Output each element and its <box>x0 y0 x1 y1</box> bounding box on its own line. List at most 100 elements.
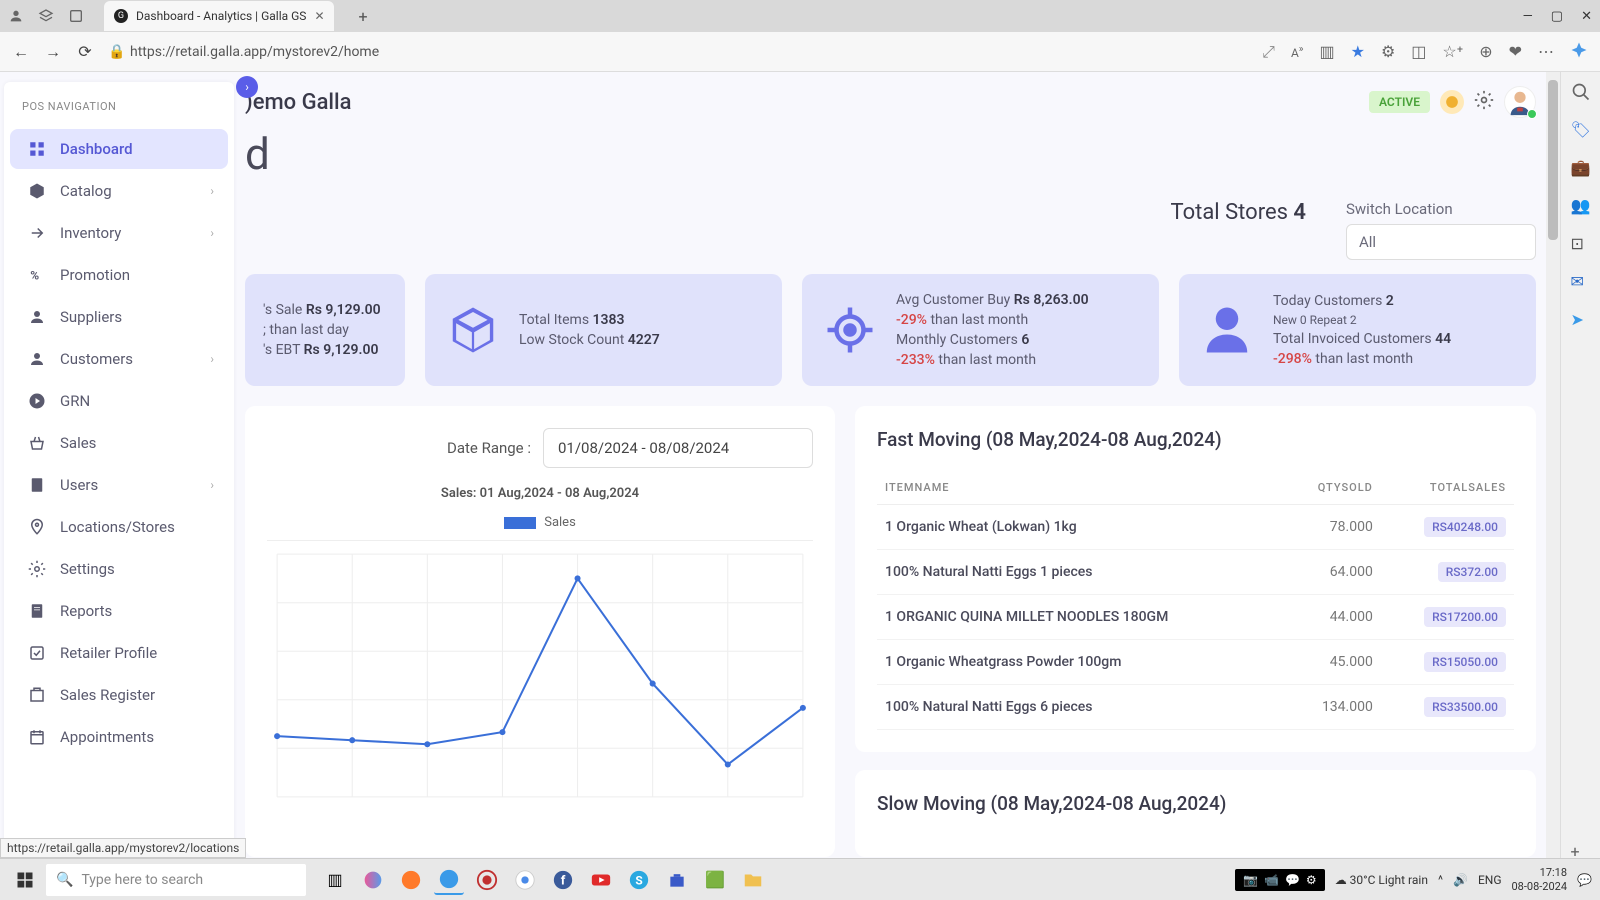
tray-chevron-icon[interactable]: ^ <box>1438 873 1443 887</box>
minimize-button[interactable]: ― <box>1523 9 1533 24</box>
workspaces-icon[interactable] <box>38 8 54 24</box>
sidebar-item-grn[interactable]: GRN <box>10 381 228 421</box>
book-icon <box>28 476 46 494</box>
youtube-icon[interactable] <box>586 865 616 895</box>
user-icon <box>28 350 46 368</box>
sidebar-item-customers[interactable]: Customers › <box>10 339 228 379</box>
people-icon[interactable]: 👥 <box>1571 196 1591 216</box>
store-icon[interactable] <box>662 865 692 895</box>
clock[interactable]: 17:18 08-08-2024 <box>1512 866 1568 892</box>
fast-moving-title: Fast Moving (08 May,2024-08 Aug,2024) <box>877 428 1514 451</box>
calendar-icon <box>28 728 46 746</box>
back-button[interactable]: ← <box>12 43 30 61</box>
more-icon[interactable]: ⋯ <box>1538 42 1554 61</box>
taskbar-search[interactable]: 🔍 Type here to search <box>46 864 306 896</box>
open-external-icon[interactable]: ⤢ <box>1262 42 1275 62</box>
date-range-input[interactable] <box>543 428 813 468</box>
scrollbar[interactable] <box>1546 72 1560 900</box>
sidebar-item-catalog[interactable]: Catalog› <box>10 171 228 211</box>
split-icon[interactable]: ◫ <box>1411 42 1426 61</box>
close-window-button[interactable]: ✕ <box>1581 9 1592 24</box>
user-avatar[interactable] <box>1504 86 1536 118</box>
skype-icon[interactable]: S <box>624 865 654 895</box>
stat-card-today-customers: Today Customers 2 New 0 Repeat 2 Total I… <box>1179 274 1536 386</box>
briefcase-icon[interactable]: 💼 <box>1571 158 1591 178</box>
hover-url-tooltip: https://retail.galla.app/mystorev2/locat… <box>0 838 246 858</box>
maximize-button[interactable]: ▢ <box>1551 9 1563 24</box>
sound-icon[interactable]: 🔊 <box>1453 873 1468 887</box>
profile-icon[interactable] <box>8 8 24 24</box>
explorer-icon[interactable] <box>738 865 768 895</box>
close-tab-icon[interactable]: ✕ <box>314 9 324 23</box>
address-bar[interactable]: 🔒 https://retail.galla.app/mystorev2/hom… <box>108 44 1248 60</box>
total-stores: Total Stores 4 <box>1171 200 1306 225</box>
tag-icon[interactable]: 🏷 <box>1571 120 1591 140</box>
basket-icon <box>28 434 46 452</box>
table-row: 1 ORGANIC QUINA MILLET NOODLES 180GM44.0… <box>877 595 1514 640</box>
task-view-icon[interactable]: ▥ <box>320 865 350 895</box>
image-icon[interactable]: ⊡ <box>1571 234 1591 254</box>
notifications-icon[interactable]: 💬 <box>1577 873 1592 887</box>
app-icon[interactable]: 🟩 <box>700 865 730 895</box>
settings-icon[interactable] <box>1474 90 1494 114</box>
table-row: 100% Natural Natti Eggs 6 pieces134.000R… <box>877 685 1514 730</box>
sidebar-item-suppliers[interactable]: Suppliers <box>10 297 228 337</box>
slow-moving-panel: Slow Moving (08 May,2024-08 Aug,2024) <box>855 770 1536 857</box>
edge-sidebar: 🏷 💼 👥 ⊡ ✉ ➤ + ⚙ <box>1560 72 1600 900</box>
search-icon[interactable] <box>1571 82 1591 102</box>
extensions-icon[interactable]: ⚙ <box>1381 42 1395 61</box>
sidebar-item-sales[interactable]: Sales <box>10 423 228 463</box>
start-button[interactable] <box>8 863 42 897</box>
sync-icon[interactable]: ⊕ <box>1479 42 1492 61</box>
reload-button[interactable]: ⟳ <box>76 43 94 61</box>
collections-icon[interactable]: ☆⁺ <box>1442 42 1463 61</box>
switch-location-select[interactable]: All <box>1346 224 1536 260</box>
sidebar-toggle-button[interactable]: › <box>236 76 258 98</box>
outlook-icon[interactable]: ✉ <box>1571 272 1591 292</box>
chart-legend: Sales <box>267 515 813 530</box>
facebook-icon[interactable]: f <box>548 865 578 895</box>
sidebar-item-promotion[interactable]: %Promotion <box>10 255 228 295</box>
sales-chart <box>267 540 813 810</box>
weather-widget[interactable]: ☁ 30°C Light rain <box>1335 873 1428 887</box>
tab-actions-icon[interactable] <box>68 8 84 24</box>
shopping-icon[interactable]: ❤ <box>1509 42 1522 61</box>
copilot-taskbar-icon[interactable] <box>358 865 388 895</box>
sidebar-item-settings[interactable]: Settings <box>10 549 228 589</box>
chart-title: Sales: 01 Aug,2024 - 08 Aug,2024 <box>267 486 813 501</box>
firefox-icon[interactable] <box>396 865 426 895</box>
reader-icon[interactable]: ▥ <box>1319 42 1334 61</box>
sidebar-item-label: Customers <box>60 350 133 368</box>
language-indicator[interactable]: ENG <box>1478 873 1502 887</box>
sidebar-item-appointments[interactable]: Appointments <box>10 717 228 757</box>
browser-tab[interactable]: G Dashboard - Analytics | Galla GS ✕ <box>104 1 334 31</box>
chevron-right-icon: › <box>210 352 214 366</box>
sidebar-item-locations-stores[interactable]: Locations/Stores <box>10 507 228 547</box>
svg-text:%: % <box>30 269 39 283</box>
svg-text:S: S <box>635 873 642 887</box>
sidebar-item-users[interactable]: Users› <box>10 465 228 505</box>
forward-button[interactable]: → <box>44 43 62 61</box>
edge-icon[interactable] <box>434 865 464 895</box>
tray-black-panel[interactable]: 📷📹💬⚙ <box>1235 869 1325 891</box>
read-aloud-icon[interactable]: A» <box>1291 44 1304 60</box>
sidebar-item-inventory[interactable]: Inventory› <box>10 213 228 253</box>
favorite-icon[interactable]: ★ <box>1351 42 1365 61</box>
table-header: ITEMNAME <box>877 471 1284 505</box>
sidebar-item-label: Appointments <box>60 728 154 746</box>
copilot-icon[interactable] <box>1570 41 1588 63</box>
new-tab-button[interactable]: + <box>358 7 367 26</box>
doc-icon <box>28 602 46 620</box>
sidebar-item-retailer-profile[interactable]: Retailer Profile <box>10 633 228 673</box>
record-icon[interactable] <box>472 865 502 895</box>
send-icon[interactable]: ➤ <box>1571 310 1591 330</box>
sidebar-item-label: Settings <box>60 560 115 578</box>
sidebar-item-reports[interactable]: Reports <box>10 591 228 631</box>
sidebar-item-label: Users <box>60 476 98 494</box>
sidebar-item-sales-register[interactable]: Sales Register <box>10 675 228 715</box>
fast-moving-table: ITEMNAMEQTYSOLDTOTALSALES 1 Organic Whea… <box>877 471 1514 730</box>
coin-icon[interactable] <box>1440 90 1464 114</box>
chrome-icon[interactable] <box>510 865 540 895</box>
sidebar-item-dashboard[interactable]: Dashboard <box>10 129 228 169</box>
grid-icon <box>28 140 46 158</box>
